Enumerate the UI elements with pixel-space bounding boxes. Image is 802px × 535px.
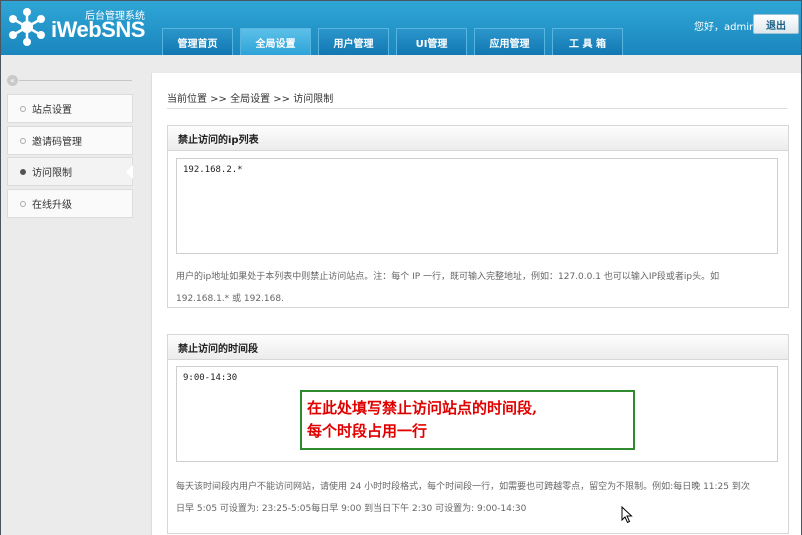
- tab-global-settings[interactable]: 全局设置: [240, 28, 311, 55]
- radio-bullet-icon: [20, 200, 26, 207]
- radio-bullet-icon: [20, 168, 26, 175]
- ip-help-text: 用户的ip地址如果处于本列表中则禁止访问站点。注：每个 IP 一行，既可输入完整…: [176, 266, 782, 310]
- mouse-cursor-icon: [621, 506, 633, 524]
- sidebar-item-label: 在线升级: [32, 200, 72, 211]
- help-line: 每天该时间段内用户不能访问网站，请使用 24 小时时段格式，每个时间段一行，如需…: [176, 482, 750, 492]
- logo-name: iWebSNS: [51, 17, 145, 42]
- tab-ui-management[interactable]: UI管理: [396, 28, 467, 55]
- sidebar: « 站点设置 邀请码管理 访问限制 在线升级: [1, 55, 151, 535]
- callout-line: 在此处填写禁止访问站点的时间段,: [307, 399, 538, 417]
- tab-user-management[interactable]: 用户管理: [318, 28, 389, 55]
- tab-home[interactable]: 管理首页: [162, 28, 233, 55]
- help-line: 192.168.1.* 或 192.168.: [176, 294, 284, 304]
- help-line: 日早 5:05 可设置为: 23:25-5:05每日早 9:00 到当日下午 2…: [176, 504, 527, 514]
- tab-app-management[interactable]: 应用管理: [474, 28, 545, 55]
- ip-blocklist-textarea[interactable]: 192.168.2.*: [176, 158, 778, 254]
- collapse-sidebar-icon[interactable]: «: [7, 75, 18, 86]
- header-bar: 后台管理系统 iWebSNS 管理首页 全局设置 用户管理 UI管理 应用管理 …: [1, 1, 801, 55]
- panel-title: 禁止访问的时间段: [168, 335, 788, 360]
- radio-bullet-icon: [20, 137, 26, 144]
- user-greeting: 您好，admin: [694, 22, 756, 33]
- sidebar-item-site-settings[interactable]: 站点设置: [7, 94, 133, 123]
- tab-toolbox[interactable]: 工 具 箱: [552, 28, 623, 55]
- logo-icon: [9, 8, 45, 46]
- sidebar-item-label: 站点设置: [32, 105, 72, 116]
- active-pointer-icon: [126, 165, 133, 179]
- sidebar-item-label: 访问限制: [32, 168, 72, 179]
- sidebar-item-invite-codes[interactable]: 邀请码管理: [7, 126, 133, 155]
- annotation-callout: 在此处填写禁止访问站点的时间段, 每个时段占用一行: [300, 390, 635, 450]
- sidebar-item-online-upgrade[interactable]: 在线升级: [7, 189, 133, 218]
- radio-bullet-icon: [20, 105, 26, 112]
- sidebar-divider: [19, 80, 132, 81]
- time-help-text: 每天该时间段内用户不能访问网站，请使用 24 小时时段格式，每个时间段一行，如需…: [176, 476, 782, 520]
- ip-blocklist-panel: 禁止访问的ip列表 192.168.2.* 用户的ip地址如果处于本列表中则禁止…: [167, 125, 789, 308]
- sidebar-item-label: 邀请码管理: [32, 137, 82, 148]
- main-content: 当前位置 >> 全局设置 >> 访问限制 禁止访问的ip列表 192.168.2…: [151, 73, 801, 535]
- app-window: 后台管理系统 iWebSNS 管理首页 全局设置 用户管理 UI管理 应用管理 …: [0, 0, 802, 535]
- panel-title: 禁止访问的ip列表: [168, 126, 788, 151]
- logout-button[interactable]: 退出: [753, 14, 799, 34]
- sidebar-item-access-restriction[interactable]: 访问限制: [7, 157, 133, 186]
- main-nav: 管理首页 全局设置 用户管理 UI管理 应用管理 工 具 箱: [162, 28, 630, 55]
- callout-line: 每个时段占用一行: [307, 422, 428, 440]
- breadcrumb-divider: [167, 108, 787, 109]
- help-line: 用户的ip地址如果处于本列表中则禁止访问站点。注：每个 IP 一行，既可输入完整…: [176, 272, 720, 282]
- logo: 后台管理系统 iWebSNS: [7, 5, 157, 51]
- breadcrumb: 当前位置 >> 全局设置 >> 访问限制: [167, 94, 334, 105]
